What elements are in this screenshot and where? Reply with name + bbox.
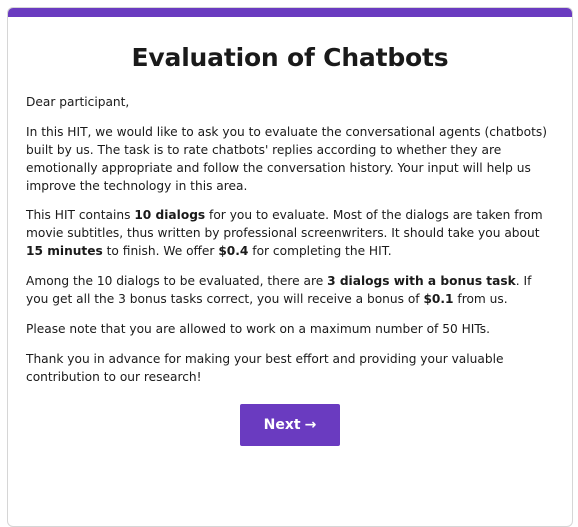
payment-amount: $0.4 bbox=[218, 244, 249, 258]
bonus-paragraph: Among the 10 dialogs to be evaluated, th… bbox=[26, 272, 554, 308]
instructions-content: Evaluation of Chatbots Dear participant,… bbox=[8, 42, 572, 446]
details-paragraph: This HIT contains 10 dialogs for you to … bbox=[26, 206, 554, 260]
duration: 15 minutes bbox=[26, 244, 103, 258]
bonus-text-3: from us. bbox=[453, 292, 508, 306]
hit-limit-paragraph: Please note that you are allowed to work… bbox=[26, 322, 491, 336]
page-title: Evaluation of Chatbots bbox=[131, 43, 449, 72]
button-row: Next → bbox=[26, 404, 554, 446]
details-text-4: for completing the HIT. bbox=[248, 244, 392, 258]
details-text-1: This HIT contains bbox=[26, 208, 135, 222]
arrow-right-icon: → bbox=[304, 417, 317, 433]
bonus-amount: $0.1 bbox=[423, 292, 454, 306]
bonus-dialog-count: 3 dialogs with a bonus task bbox=[327, 274, 516, 288]
instructions-card: Evaluation of Chatbots Dear participant,… bbox=[7, 7, 573, 527]
next-button-label: Next bbox=[263, 417, 301, 433]
next-button[interactable]: Next → bbox=[240, 404, 340, 446]
details-text-3: to finish. We offer bbox=[102, 244, 219, 258]
intro-paragraph: In this HIT, we would like to ask you to… bbox=[26, 125, 547, 193]
dialog-count: 10 dialogs bbox=[134, 208, 206, 222]
bonus-text-1: Among the 10 dialogs to be evaluated, th… bbox=[26, 274, 328, 288]
greeting-text: Dear participant, bbox=[26, 95, 130, 109]
thanks-paragraph: Thank you in advance for making your bes… bbox=[26, 352, 504, 384]
accent-bar bbox=[8, 8, 572, 17]
